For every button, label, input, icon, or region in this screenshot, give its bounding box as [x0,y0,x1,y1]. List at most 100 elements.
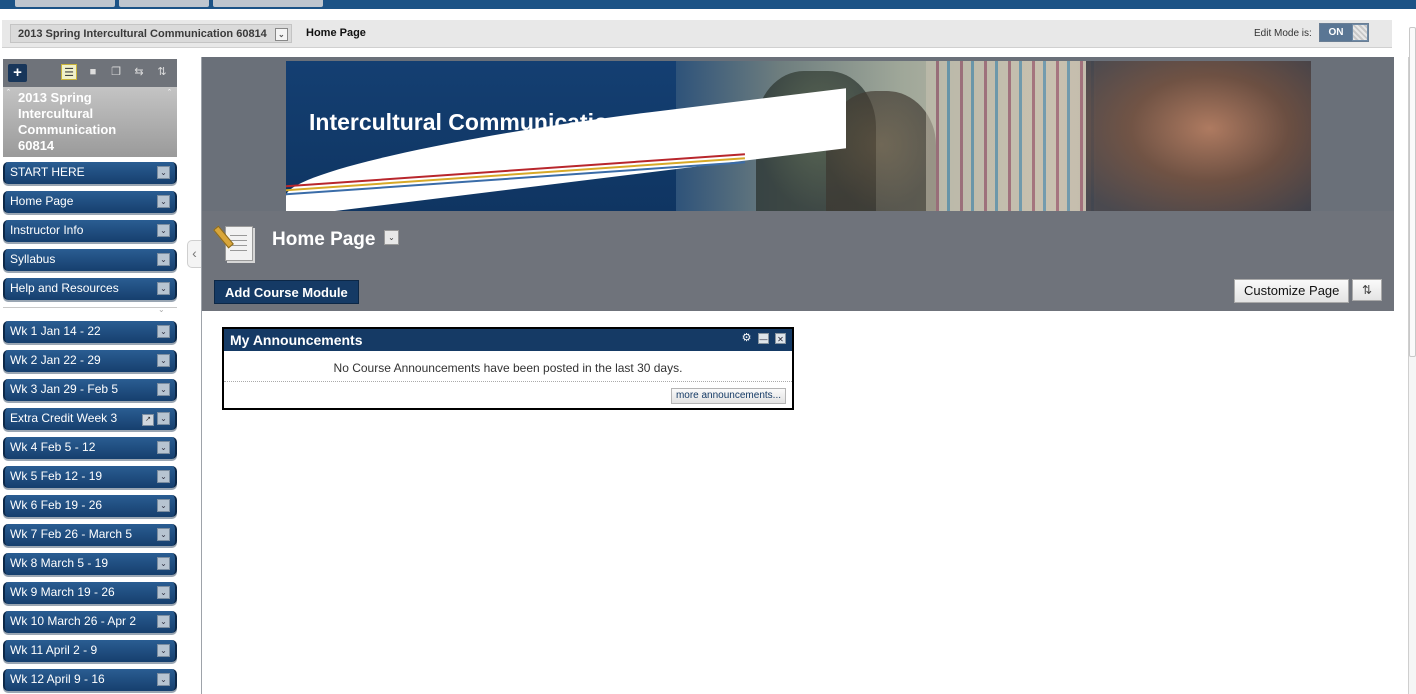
course-title[interactable]: ˆ 2013 Spring Intercultural Communicatio… [3,87,177,157]
module-message: No Course Announcements have been posted… [333,361,683,375]
gear-icon[interactable]: ⚙ [741,333,752,344]
menu-item-label: Wk 2 Jan 22 - 29 [10,353,101,367]
chevron-down-icon[interactable]: ⌄ [157,282,170,295]
more-announcements-button[interactable]: more announcements... [670,388,786,404]
menu-item-label: Wk 9 March 19 - 26 [10,585,115,599]
menu-item-label: Wk 11 April 2 - 9 [10,643,98,657]
module-header: My Announcements ⚙ — ✕ [224,329,792,351]
toggle-knob [1353,25,1367,40]
chevron-down-icon[interactable]: ⌄ [157,253,170,266]
chevron-down-icon[interactable]: ⌄ [157,166,170,179]
chevron-down-icon[interactable]: ⌄ [157,644,170,657]
chevron-down-icon[interactable]: ⌄ [157,441,170,454]
page-title: Home Page [272,229,376,250]
breadcrumb-course[interactable]: 2013 Spring Intercultural Communication … [10,24,292,43]
menu-divider: ⌄ [3,305,177,315]
reorder-icon[interactable]: ⇅ [1352,279,1382,301]
menu-item-start-here[interactable]: START HERE ⌄ [3,162,177,184]
collapse-icon[interactable]: ˆ [7,88,10,98]
page-header: Home Page ⌄ Add Course Module Customize … [202,211,1395,311]
menu-item-syllabus[interactable]: Syllabus ⌄ [3,249,177,271]
page-document-icon [213,223,256,261]
document-line [230,240,247,241]
content-area: Intercultural Communication Home Page ⌄ … [201,57,1395,694]
chevron-down-icon[interactable]: ⌄ [157,224,170,237]
menu-item-wk1[interactable]: Wk 1 Jan 14 - 22 ⌄ [3,321,177,343]
chevron-down-icon[interactable]: ⌄ [157,586,170,599]
chevron-down-icon[interactable]: ⌄ [157,615,170,628]
close-icon[interactable]: ✕ [775,333,786,344]
banner-photo [1086,61,1311,211]
plus-icon[interactable]: + [8,64,27,82]
banner-title: Intercultural Communication [309,109,623,135]
add-course-module-button[interactable]: Add Course Module [214,280,359,304]
chevron-down-icon[interactable]: ⌄ [157,354,170,367]
course-banner-area: Intercultural Communication [202,57,1395,211]
refresh-icon[interactable]: ⇆ [131,64,147,80]
menu-item-label: Wk 8 March 5 - 19 [10,556,109,570]
reorder-icon[interactable]: ⇅ [154,64,170,80]
page-body: My Announcements ⚙ — ✕ No Course Announc… [202,311,1395,694]
scrollbar[interactable] [1394,27,1416,694]
module-title: My Announcements [230,332,363,348]
menu-item-wk12[interactable]: Wk 12 April 9 - 16 ⌄ [3,669,177,691]
chevron-down-icon[interactable]: ⌄ [157,673,170,686]
menu-item-label: Wk 1 Jan 14 - 22 [10,324,101,338]
menu-item-wk7[interactable]: Wk 7 Feb 26 - March 5 ⌄ [3,524,177,546]
chevron-down-icon[interactable]: ⌄ [157,557,170,570]
menu-item-wk8[interactable]: Wk 8 March 5 - 19 ⌄ [3,553,177,575]
chevron-down-icon[interactable]: ⌄ [384,230,399,245]
top-tab[interactable] [119,0,209,7]
menu-item-label: Wk 4 Feb 5 - 12 [10,440,96,454]
menu-item-wk10[interactable]: Wk 10 March 26 - Apr 2 ⌄ [3,611,177,633]
top-tab-strip [0,0,1416,9]
chevron-down-icon[interactable]: ⌄ [157,195,170,208]
chevron-down-icon[interactable]: ⌄ [158,305,165,314]
menu-item-wk11[interactable]: Wk 11 April 2 - 9 ⌄ [3,640,177,662]
menu-item-wk2[interactable]: Wk 2 Jan 22 - 29 ⌄ [3,350,177,372]
breadcrumb: 2013 Spring Intercultural Communication … [2,20,1392,48]
chevron-down-icon[interactable]: ⌄ [157,412,170,425]
menu-item-wk6[interactable]: Wk 6 Feb 19 - 26 ⌄ [3,495,177,517]
menu-item-label: Wk 5 Feb 12 - 19 [10,469,103,483]
breadcrumb-bar: 2013 Spring Intercultural Communication … [0,9,1416,57]
scrollbar-thumb[interactable] [1409,27,1416,357]
module-divider [224,381,792,382]
chevron-down-icon[interactable]: ⌄ [157,499,170,512]
customize-page-button[interactable]: Customize Page [1234,279,1350,303]
menu-item-label: Wk 3 Jan 29 - Feb 5 [10,382,119,396]
chevron-down-icon[interactable]: ⌄ [157,325,170,338]
collapse-menu-icon[interactable]: ˆ [168,88,171,98]
chevron-down-icon[interactable]: ⌄ [157,528,170,541]
top-tab[interactable] [213,0,323,7]
menu-item-label: Instructor Info [10,223,84,237]
minimize-icon[interactable]: — [758,333,769,344]
menu-item-label: Wk 7 Feb 26 - March 5 [10,527,133,541]
banner-photo [926,61,1096,211]
chevron-down-icon[interactable]: ⌄ [274,28,288,41]
new-window-icon[interactable]: ❐ [108,64,124,80]
menu-item-label: Home Page [10,194,74,208]
edit-mode-label: Edit Mode is: [1254,28,1312,39]
menu-item-label: START HERE [10,165,85,179]
menu-item-extra-credit[interactable]: Extra Credit Week 3 ↗ ⌄ [3,408,177,430]
document-line [230,245,247,246]
external-link-icon: ↗ [142,414,154,426]
menu-item-help-and-resources[interactable]: Help and Resources ⌄ [3,278,177,300]
folder-view-icon[interactable]: ■ [85,64,101,80]
breadcrumb-course-label: 2013 Spring Intercultural Communication … [18,28,267,40]
menu-item-wk3[interactable]: Wk 3 Jan 29 - Feb 5 ⌄ [3,379,177,401]
course-menu: + ☰ ■ ❐ ⇆ ⇅ ˆ 2013 Spring Intercultural … [0,57,185,694]
chevron-down-icon[interactable]: ⌄ [157,383,170,396]
menu-item-home-page[interactable]: Home Page ⌄ [3,191,177,213]
list-view-icon[interactable]: ☰ [61,64,77,80]
menu-item-wk5[interactable]: Wk 5 Feb 12 - 19 ⌄ [3,466,177,488]
edit-mode-toggle[interactable]: ON [1319,23,1369,42]
menu-item-wk4[interactable]: Wk 4 Feb 5 - 12 ⌄ [3,437,177,459]
menu-item-instructor-info[interactable]: Instructor Info ⌄ [3,220,177,242]
course-title-label: 2013 Spring Intercultural Communication … [18,90,117,153]
top-tab[interactable] [15,0,115,7]
collapse-sidebar-button[interactable]: ‹ [187,240,201,268]
menu-item-wk9[interactable]: Wk 9 March 19 - 26 ⌄ [3,582,177,604]
chevron-down-icon[interactable]: ⌄ [157,470,170,483]
